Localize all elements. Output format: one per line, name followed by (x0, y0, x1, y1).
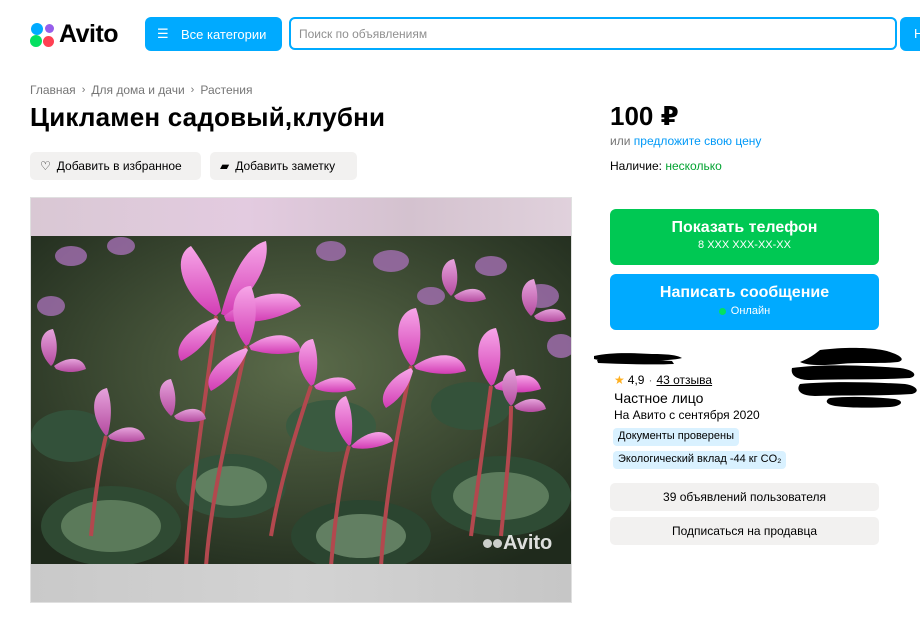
photo-blur-bottom (31, 564, 571, 602)
cyclamen-photo-image (31, 236, 571, 566)
add-to-favorites-button[interactable]: ♡ Добавить в избранное (30, 152, 201, 180)
photo-watermark: Avito (483, 532, 552, 555)
logo-text: Avito (59, 20, 119, 48)
listing-title: Цикламен садовый,клубни (30, 102, 386, 132)
search-button[interactable]: Н (900, 17, 920, 51)
categories-search-icon: ☰ (157, 26, 169, 41)
write-message-button[interactable]: Написать сообщение Онлайн (610, 274, 879, 330)
avito-logo[interactable]: Avito (30, 20, 119, 49)
seller-listings-button[interactable]: 39 объявлений пользователя (610, 483, 879, 511)
phone-masked: 8 XXX XXX-XX-XX (698, 239, 791, 251)
logo-dots-icon (30, 22, 56, 48)
photo-blur-top (31, 198, 571, 236)
show-phone-button[interactable]: Показать телефон 8 XXX XXX-XX-XX (610, 209, 879, 265)
eco-contribution-badge[interactable]: Экологический вклад -44 кг CO₂ (613, 451, 787, 469)
note-icon: ▰ (220, 159, 230, 173)
add-to-favorites-label: Добавить в избранное (56, 159, 182, 173)
price-offer: или предложите свою цену (610, 134, 761, 148)
seller-name-redaction (594, 353, 682, 365)
show-phone-label: Показать телефон (671, 219, 818, 236)
seller-avatar-redaction (791, 347, 917, 408)
listing-photo[interactable]: Avito (30, 197, 572, 603)
documents-verified-badge[interactable]: Документы проверены (613, 428, 740, 446)
search-bar (289, 17, 897, 50)
search-input[interactable] (291, 26, 895, 41)
offer-or-text: или (610, 134, 631, 148)
seller-since: На Авито с сентября 2020 (614, 408, 760, 422)
reviews-link[interactable]: 43 отзыва (656, 373, 712, 387)
site-header: Avito ☰ Все категории Н (0, 0, 920, 68)
chevron-right-icon: › (190, 84, 195, 96)
watermark-text: Avito (503, 532, 553, 554)
availability: Наличие: несколько (610, 159, 722, 173)
all-categories-label: Все категории (181, 26, 267, 42)
all-categories-button[interactable]: ☰ Все категории (145, 17, 282, 51)
breadcrumb: Главная › Для дома и дачи › Растения (30, 83, 253, 97)
offer-price-link[interactable]: предложите свою цену (634, 134, 762, 148)
seller-rating: ★ 4,9 · 43 отзыва (614, 373, 713, 387)
subscribe-seller-button[interactable]: Подписаться на продавца (610, 517, 879, 545)
add-note-button[interactable]: ▰ Добавить заметку (210, 152, 357, 180)
heart-icon: ♡ (40, 159, 51, 173)
breadcrumb-item-home[interactable]: Главная (30, 83, 76, 97)
breadcrumb-item-home-garden[interactable]: Для дома и дачи (91, 83, 184, 97)
chevron-right-icon: › (81, 84, 86, 96)
availability-label: Наличие: (610, 159, 663, 173)
online-status: Онлайн (610, 305, 879, 317)
availability-value: несколько (665, 159, 722, 173)
seller-type: Частное лицо (614, 390, 704, 406)
write-message-label: Написать сообщение (659, 284, 830, 301)
online-status-label: Онлайн (730, 305, 771, 317)
online-dot-icon (718, 307, 726, 315)
rating-value: 4,9 (627, 373, 645, 387)
price: 100 ₽ (610, 101, 679, 131)
add-note-label: Добавить заметку (235, 159, 336, 173)
star-icon: ★ (614, 373, 625, 387)
breadcrumb-item-plants[interactable]: Растения (200, 83, 252, 97)
